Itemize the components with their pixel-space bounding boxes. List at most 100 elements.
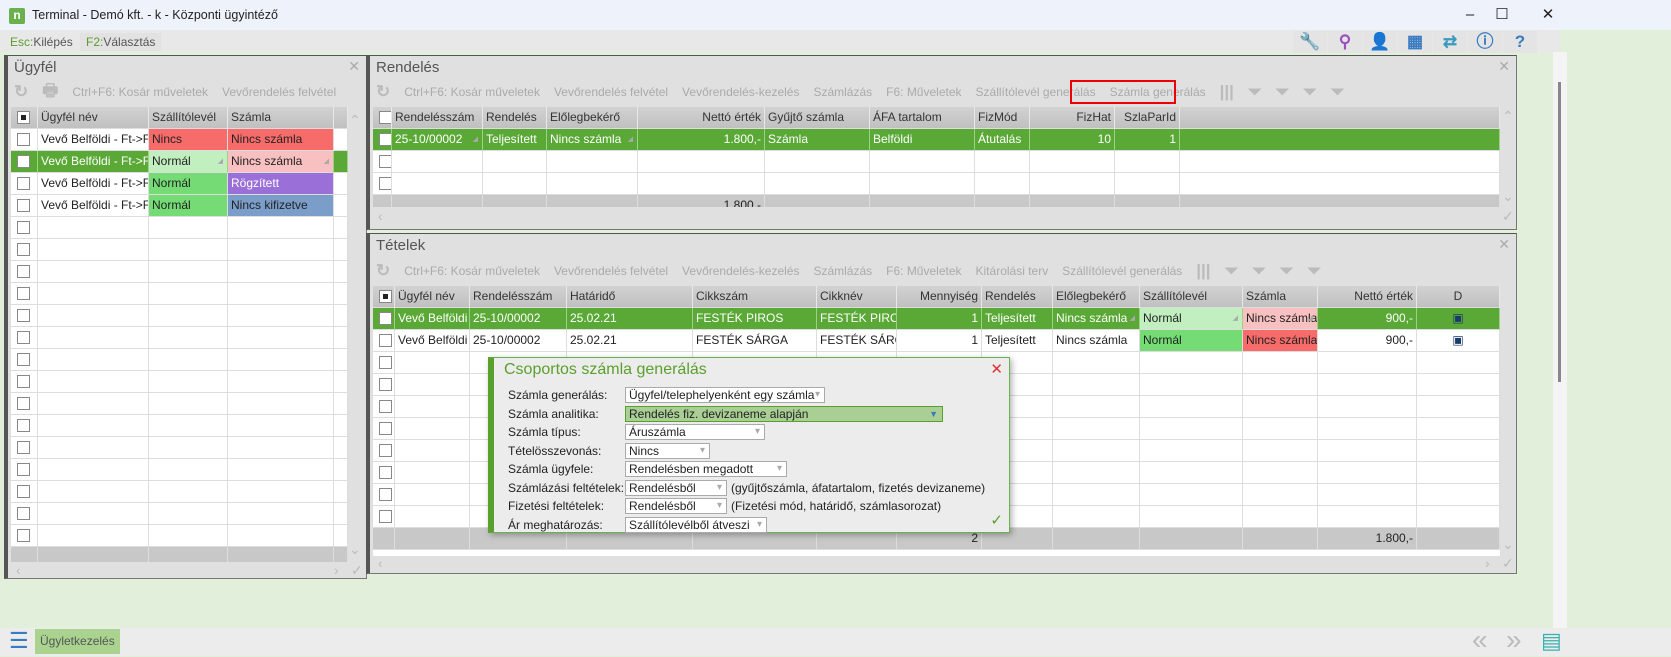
- table-row[interactable]: [11, 459, 348, 481]
- cell[interactable]: [1180, 151, 1500, 173]
- cell[interactable]: [334, 129, 348, 151]
- cell[interactable]: [149, 481, 228, 503]
- toolbar-action[interactable]: Vevőrendelés felvétel: [554, 85, 668, 99]
- table-row[interactable]: [11, 239, 348, 261]
- cell[interactable]: Ügyfél név: [38, 107, 149, 129]
- table-header[interactable]: Ügyfél név Szállítólevél Számla: [11, 107, 348, 129]
- filter-column-icon[interactable]: ⏷: [1252, 261, 1266, 281]
- table-row[interactable]: [11, 525, 348, 547]
- search-icon[interactable]: ⚲: [1328, 31, 1362, 53]
- cell[interactable]: [975, 173, 1030, 195]
- cell[interactable]: [1318, 484, 1417, 506]
- table-row[interactable]: [11, 327, 348, 349]
- scroll-down-icon[interactable]: ⌄: [349, 541, 361, 561]
- checkbox-cell[interactable]: [373, 352, 395, 374]
- toolbar-action[interactable]: Számlázás: [813, 264, 872, 278]
- cell[interactable]: Nincs: [149, 129, 228, 151]
- select-checkbox[interactable]: [17, 111, 30, 125]
- checkbox-cell[interactable]: [11, 195, 38, 217]
- cell[interactable]: Vevő Belföldi - Ft->Ft: [38, 151, 149, 173]
- cell[interactable]: [1318, 440, 1417, 462]
- cell[interactable]: [870, 151, 975, 173]
- select-checkbox[interactable]: [379, 155, 391, 169]
- cell[interactable]: [38, 415, 149, 437]
- select-checkbox[interactable]: [379, 356, 392, 370]
- cell[interactable]: [38, 503, 149, 525]
- checkbox-cell[interactable]: [373, 484, 395, 506]
- cell[interactable]: [334, 195, 348, 217]
- cell[interactable]: Nettó érték: [638, 107, 765, 129]
- scroll-right-icon[interactable]: ›: [334, 562, 339, 582]
- help-icon[interactable]: ?: [1503, 31, 1537, 53]
- cell[interactable]: [1140, 374, 1243, 396]
- cell[interactable]: [228, 371, 334, 393]
- toolbar-action[interactable]: Kitárolási terv: [976, 264, 1049, 278]
- cell[interactable]: [1417, 418, 1500, 440]
- table-row[interactable]: Vevő Belföldi - Ft->FtNormál Nincs számla: [11, 151, 348, 173]
- checkbox-cell[interactable]: [11, 283, 38, 305]
- cell[interactable]: Nincs számla: [1053, 330, 1140, 352]
- cell[interactable]: Nincs kifizetve: [228, 195, 334, 217]
- select-checkbox[interactable]: [379, 400, 392, 414]
- scroll-left-icon[interactable]: ‹: [378, 555, 383, 575]
- table-row[interactable]: [11, 349, 348, 371]
- checkbox-cell[interactable]: [11, 217, 38, 239]
- checkbox-cell[interactable]: [373, 396, 395, 418]
- checkbox-cell[interactable]: [11, 261, 38, 283]
- checkbox-cell[interactable]: [11, 305, 38, 327]
- check-icon[interactable]: ✓: [1502, 555, 1514, 575]
- scroll-up-icon[interactable]: ⌃: [349, 112, 361, 132]
- cell[interactable]: 1.800,-: [638, 129, 765, 151]
- cell[interactable]: [1053, 418, 1140, 440]
- cell[interactable]: [1053, 352, 1140, 374]
- table-row[interactable]: [373, 173, 1500, 195]
- table-row[interactable]: [11, 261, 348, 283]
- checkbox-cell[interactable]: [373, 107, 392, 129]
- cell[interactable]: [1030, 173, 1115, 195]
- cell[interactable]: Előlegbekérő: [1053, 286, 1140, 308]
- cell[interactable]: ▣: [1417, 330, 1500, 352]
- cell[interactable]: [1243, 484, 1318, 506]
- cell[interactable]: [395, 352, 470, 374]
- cell[interactable]: [395, 418, 470, 440]
- cell[interactable]: [334, 107, 348, 129]
- checkbox-cell[interactable]: [373, 330, 395, 352]
- cell[interactable]: [228, 415, 334, 437]
- cell[interactable]: Normál: [1140, 330, 1243, 352]
- cell[interactable]: [1417, 374, 1500, 396]
- cell[interactable]: Cikknév: [817, 286, 897, 308]
- cell[interactable]: [395, 396, 470, 418]
- checkbox-cell[interactable]: [373, 440, 395, 462]
- cell[interactable]: [1140, 462, 1243, 484]
- cell[interactable]: [228, 239, 334, 261]
- table-header[interactable]: Rendelésszám Rendelés Előlegbekérő Nettó ér…: [373, 107, 1500, 129]
- cell[interactable]: [1053, 396, 1140, 418]
- cell[interactable]: 900,-: [1318, 308, 1417, 330]
- select-checkbox[interactable]: [379, 290, 392, 304]
- cell[interactable]: 1: [897, 308, 982, 330]
- cell[interactable]: 25-10/00002: [470, 330, 567, 352]
- cell[interactable]: [38, 239, 149, 261]
- cell[interactable]: [38, 525, 149, 547]
- menu-icon[interactable]: ☰: [9, 628, 29, 654]
- scroll-down-icon[interactable]: ⌄: [1502, 188, 1514, 208]
- cell[interactable]: 25.02.21: [567, 308, 693, 330]
- cell[interactable]: FESTÉK SÁRGA: [817, 330, 897, 352]
- cell[interactable]: [395, 440, 470, 462]
- checkbox-cell[interactable]: [373, 418, 395, 440]
- select-checkbox[interactable]: [17, 485, 30, 499]
- cell[interactable]: [1243, 440, 1318, 462]
- cell[interactable]: [1417, 506, 1500, 528]
- table-header[interactable]: Ügyfél név Rendelésszám Határidő Cikkszám Ci…: [373, 286, 1500, 308]
- columns-icon[interactable]: |||: [1220, 82, 1234, 102]
- cell[interactable]: [395, 462, 470, 484]
- cell[interactable]: Teljesített: [982, 330, 1053, 352]
- check-icon[interactable]: ✓: [1502, 208, 1514, 228]
- cell[interactable]: [334, 305, 348, 327]
- checkbox-cell[interactable]: [11, 481, 38, 503]
- cell[interactable]: Nincs számla: [228, 151, 334, 173]
- cell[interactable]: [395, 506, 470, 528]
- select-checkbox[interactable]: [379, 444, 392, 458]
- cell[interactable]: [149, 437, 228, 459]
- checkbox-cell[interactable]: [373, 374, 395, 396]
